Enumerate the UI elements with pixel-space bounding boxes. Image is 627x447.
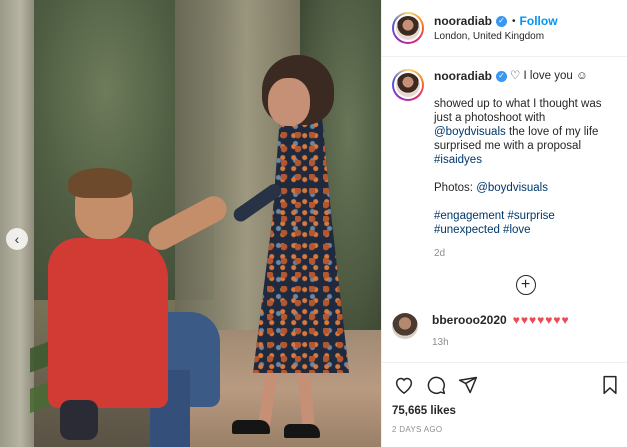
mention-link[interactable]: @boydvisuals bbox=[434, 126, 506, 138]
comments-section: nooradiab ✓ ♡ I love you ☺ showed up to … bbox=[382, 57, 627, 362]
post-photo[interactable]: ‹ bbox=[0, 0, 381, 447]
chevron-left-icon: ‹ bbox=[14, 231, 20, 247]
follow-button[interactable]: Follow bbox=[520, 14, 558, 28]
share-icon[interactable] bbox=[456, 373, 480, 397]
man-shirt bbox=[48, 238, 168, 408]
caption: nooradiab ✓ ♡ I love you ☺ showed up to … bbox=[392, 69, 617, 261]
woman-shoe bbox=[284, 424, 320, 438]
verified-icon: ✓ bbox=[496, 15, 508, 27]
load-more-comments-button[interactable]: + bbox=[515, 275, 536, 295]
post-location[interactable]: London, United Kingdom bbox=[434, 31, 558, 42]
man-hair bbox=[68, 168, 132, 198]
avatar[interactable] bbox=[392, 69, 424, 101]
separator-dot: • bbox=[512, 15, 516, 27]
hashtag-list[interactable]: #engagement #surprise #unexpected #love bbox=[434, 209, 614, 237]
mention-link[interactable]: @boydvisuals bbox=[476, 182, 548, 194]
caption-time[interactable]: 2d bbox=[434, 247, 614, 261]
bookmark-icon[interactable] bbox=[598, 373, 622, 397]
caption-first-line: ♡ I love you ☺ bbox=[510, 70, 588, 82]
post-date[interactable]: 2 DAYS AGO bbox=[392, 425, 618, 434]
action-bar: 75,665 likes 2 DAYS AGO bbox=[382, 362, 627, 434]
caption-photos-credit: Photos: @boydvisuals bbox=[434, 182, 548, 194]
post-details-panel: nooradiab ✓ • Follow London, United King… bbox=[381, 0, 627, 447]
plus-circle-icon: + bbox=[520, 276, 531, 293]
heart-icon[interactable] bbox=[392, 373, 416, 397]
post-header: nooradiab ✓ • Follow London, United King… bbox=[382, 0, 627, 57]
stone-column bbox=[0, 0, 34, 447]
comment-text: ♥♥♥♥♥♥♥ bbox=[512, 313, 570, 327]
comment-item: bberooo2020 ♥♥♥♥♥♥♥ 13h bbox=[392, 313, 617, 348]
comment-icon[interactable] bbox=[424, 373, 448, 397]
avatar[interactable] bbox=[392, 12, 424, 44]
caption-paragraph: showed up to what I thought was just a p… bbox=[434, 98, 602, 166]
previous-photo-button[interactable]: ‹ bbox=[6, 228, 28, 250]
verified-icon: ✓ bbox=[496, 70, 508, 82]
hashtag-link[interactable]: #isaidyes bbox=[434, 154, 482, 166]
woman-face bbox=[268, 78, 310, 126]
avatar[interactable] bbox=[392, 313, 418, 339]
caption-username[interactable]: nooradiab bbox=[434, 69, 492, 83]
comment-time[interactable]: 13h bbox=[432, 337, 570, 348]
comment-username[interactable]: bberooo2020 bbox=[432, 313, 507, 327]
likes-count[interactable]: 75,665 likes bbox=[392, 405, 618, 417]
woman-shoe bbox=[232, 420, 270, 434]
post-username[interactable]: nooradiab bbox=[434, 14, 492, 28]
man-shoe bbox=[60, 400, 98, 440]
